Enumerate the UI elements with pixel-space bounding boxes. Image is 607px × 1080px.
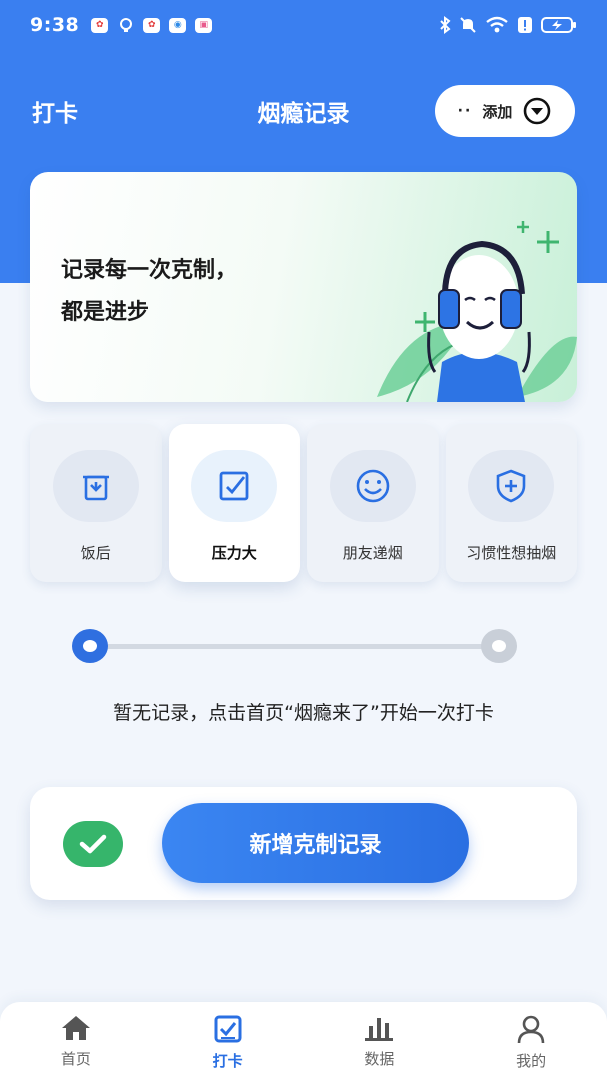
status-system-icons (439, 16, 577, 34)
nav-label: 首页 (60, 1050, 91, 1068)
category-stress[interactable]: 压力大 (168, 424, 300, 582)
slider-knob-start[interactable] (72, 629, 108, 663)
add-restraint-record-button[interactable]: 新增克制记录 (162, 803, 469, 883)
banner-text: 记录每一次克制， 都是进步 (61, 250, 237, 334)
nav-label: 数据 (364, 1050, 395, 1068)
person-with-headphones-illustration (377, 221, 577, 402)
add-label: 添加 (482, 102, 513, 121)
chevron-down-icon (524, 97, 551, 125)
check-badge (63, 821, 123, 867)
add-button[interactable]: ·· 添加 (435, 85, 575, 137)
huawei-icon: ✿ (143, 17, 161, 33)
checkin-icon (214, 1015, 242, 1043)
status-bar: 9:38 ✿ ✿ ◉ ▣ (0, 0, 607, 50)
bar-chart-icon (365, 1018, 394, 1041)
nav-profile[interactable]: 我的 (455, 1002, 607, 1080)
nav-label: 我的 (516, 1052, 547, 1070)
progress-slider[interactable] (72, 628, 535, 664)
slider-knob-end[interactable] (481, 629, 517, 663)
nav-label: 打卡 (212, 1052, 243, 1070)
category-label: 饭后 (80, 544, 111, 562)
nav-checkin[interactable]: 打卡 (152, 1002, 304, 1080)
category-friend-offer[interactable]: 朋友递烟 (307, 424, 439, 582)
trash-bin-icon (82, 475, 109, 501)
category-label: 朋友递烟 (342, 544, 403, 562)
header-left-label: 打卡 (32, 101, 78, 127)
nav-data[interactable]: 数据 (304, 1002, 456, 1080)
slider-track (90, 644, 517, 649)
shield-plus-icon (496, 469, 526, 503)
alert-icon (518, 17, 532, 33)
home-icon (61, 1016, 90, 1040)
category-habit[interactable]: 习惯性想抽烟 (445, 424, 577, 582)
checkmark-icon (79, 834, 107, 854)
status-app-icons: ✿ ✿ ◉ ▣ (91, 17, 213, 33)
battery-charging-icon (541, 17, 576, 33)
huawei-icon: ✿ (91, 17, 109, 33)
smile-icon (356, 469, 390, 503)
mute-icon (460, 17, 476, 33)
action-card: 新增克制记录 (30, 787, 577, 900)
category-label: 习惯性想抽烟 (466, 544, 557, 562)
empty-state-text: 暂无记录，点击首页“烟瘾来了”开始一次打卡 (113, 702, 494, 724)
category-after-meal[interactable]: 饭后 (30, 424, 162, 582)
hint-icon (117, 18, 134, 33)
bluetooth-icon (440, 16, 451, 34)
nav-home[interactable]: 首页 (0, 1002, 152, 1080)
browser-icon: ◉ (169, 17, 187, 33)
wifi-icon (486, 16, 508, 33)
category-label: 压力大 (211, 544, 257, 562)
banner-line-1: 记录每一次克制， (61, 258, 238, 283)
trigger-categories: 饭后 压力大 朋友递烟 习惯性想抽烟 (30, 424, 577, 582)
bottom-navigation: 首页 打卡 数据 我的 (0, 1002, 607, 1080)
app-header: 打卡 烟瘾记录 ·· 添加 (0, 82, 607, 140)
more-dots: ·· (457, 103, 473, 119)
gallery-icon: ▣ (195, 17, 213, 33)
status-time: 9:38 (30, 14, 80, 36)
motivation-banner: 记录每一次克制， 都是进步 (30, 172, 577, 402)
user-icon (517, 1015, 545, 1044)
check-square-icon (219, 471, 249, 501)
banner-line-2: 都是进步 (61, 300, 150, 325)
